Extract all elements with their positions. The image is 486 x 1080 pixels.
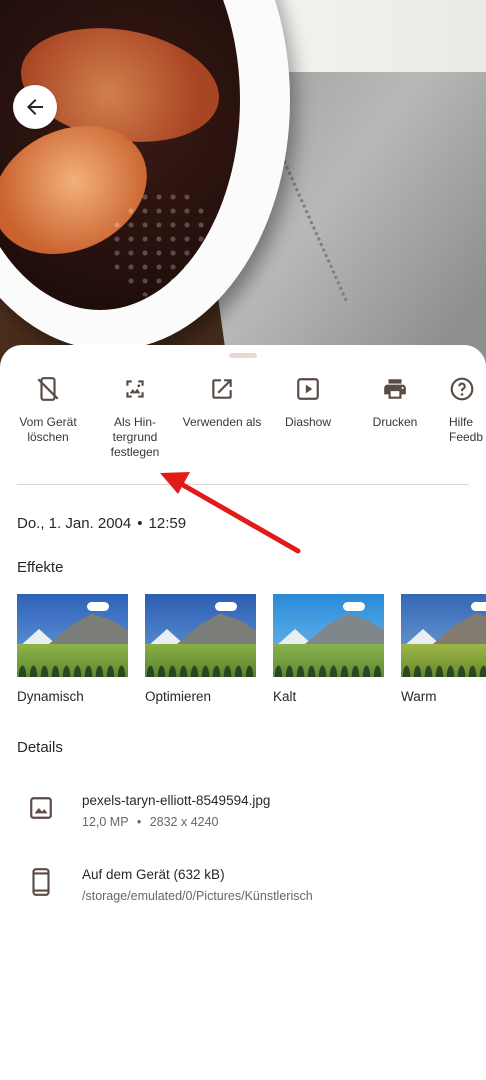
storage-location-row[interactable]: Auf dem Gerät (632 kB) /storage/emulated… <box>0 865 486 925</box>
effect-thumbnail <box>273 594 384 677</box>
photo-date: Do., 1. Jan. 2004 • 12:59 <box>17 515 186 532</box>
megapixels: 12,0 MP <box>82 815 129 829</box>
effect-cool[interactable]: Kalt <box>273 594 384 704</box>
effects-heading: Effekte <box>17 559 64 576</box>
action-bar: Vom Gerät löschen Als Hin- tergrund fest… <box>0 373 486 483</box>
effects-carousel[interactable]: Dynamisch Optimieren Kalt Warm <box>17 594 486 706</box>
storage-title: Auf dem Gerät (632 kB) <box>82 867 225 882</box>
image-icon <box>26 791 56 825</box>
print-button[interactable]: Drucken <box>350 373 440 430</box>
slideshow-icon <box>297 378 319 400</box>
info-bottom-sheet: Vom Gerät löschen Als Hin- tergrund fest… <box>0 345 486 1080</box>
drag-handle[interactable] <box>229 353 257 358</box>
effect-thumbnail <box>401 594 486 677</box>
photo-bubbles <box>110 190 220 300</box>
delete-from-device-button[interactable]: Vom Gerät löschen <box>3 373 93 445</box>
file-name: pexels-taryn-elliott-8549594.jpg <box>82 793 271 808</box>
delete-from-device-label: Vom Gerät löschen <box>19 415 77 444</box>
effect-optimize[interactable]: Optimieren <box>145 594 256 704</box>
use-as-button[interactable]: Verwenden als <box>177 373 267 430</box>
divider <box>17 484 469 485</box>
time-text: 12:59 <box>148 515 187 532</box>
date-separator: • <box>137 515 143 532</box>
help-icon <box>450 377 474 401</box>
set-as-wallpaper-label: Als Hin- tergrund festlegen <box>110 415 160 459</box>
effect-thumbnail <box>145 594 256 677</box>
print-label: Drucken <box>372 415 418 429</box>
date-text: Do., 1. Jan. 2004 <box>17 515 132 532</box>
back-button[interactable] <box>13 85 57 129</box>
print-icon <box>384 379 406 399</box>
open-external-icon <box>212 379 232 399</box>
slideshow-label: Diashow <box>284 415 332 429</box>
resolution: 2832 x 4240 <box>149 815 219 829</box>
help-feedback-button[interactable]: Hilfe Feedb <box>437 373 486 445</box>
file-info-row[interactable]: pexels-taryn-elliott-8549594.jpg 12,0 MP… <box>0 791 486 851</box>
storage-path: /storage/emulated/0/Pictures/Künstlerisc… <box>82 889 313 903</box>
effect-warm[interactable]: Warm <box>401 594 486 704</box>
wallpaper-icon <box>126 380 144 398</box>
meta-separator: • <box>136 815 142 829</box>
effect-name: Dynamisch <box>17 689 84 704</box>
effect-thumbnail <box>17 594 128 677</box>
arrow-back-icon <box>27 99 43 115</box>
phone-delete-icon <box>37 377 59 401</box>
help-feedback-label: Hilfe Feedb <box>449 415 484 444</box>
phone-icon <box>26 865 56 899</box>
photo-view[interactable] <box>0 0 486 380</box>
details-heading: Details <box>17 739 63 756</box>
effect-name: Kalt <box>273 689 297 704</box>
effect-name: Warm <box>401 689 437 704</box>
set-as-wallpaper-button[interactable]: Als Hin- tergrund festlegen <box>90 373 180 460</box>
use-as-label: Verwenden als <box>182 415 262 429</box>
effect-dynamic[interactable]: Dynamisch <box>17 594 128 704</box>
file-meta: 12,0 MP • 2832 x 4240 <box>82 815 219 829</box>
effect-name: Optimieren <box>145 689 212 704</box>
slideshow-button[interactable]: Diashow <box>263 373 353 430</box>
